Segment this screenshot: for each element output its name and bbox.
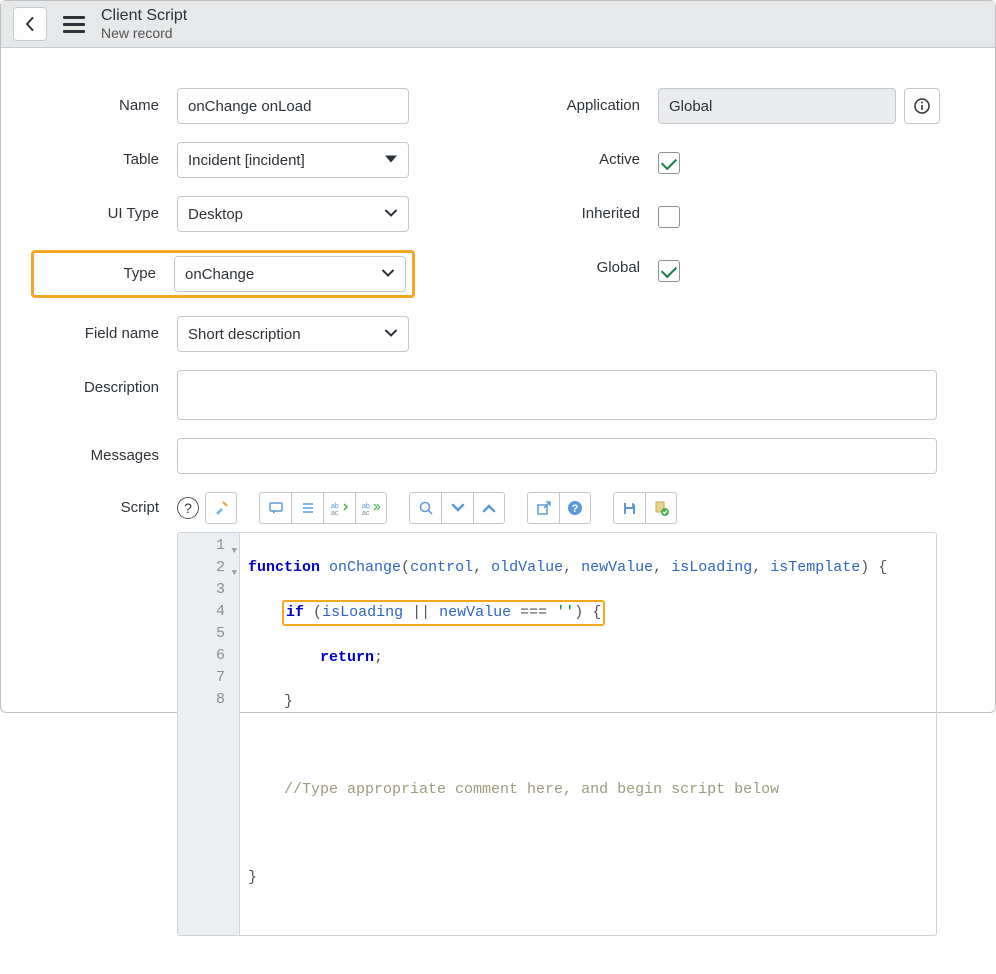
code-content[interactable]: function onChange(control, oldValue, new… (240, 533, 895, 935)
header-text: Client Script New record (101, 7, 187, 41)
application-info-button[interactable] (904, 88, 940, 124)
page-title: Client Script (101, 7, 187, 25)
info-icon (914, 98, 930, 114)
search-prev-button[interactable] (473, 492, 505, 524)
ui-type-label: UI Type (37, 196, 177, 232)
script-help-button[interactable]: ? (177, 497, 199, 519)
ui-type-value: Desktop (188, 206, 243, 223)
search-button[interactable] (409, 492, 441, 524)
description-label: Description (37, 370, 177, 420)
replace-button[interactable]: abac (323, 492, 355, 524)
description-textarea[interactable] (177, 370, 937, 420)
script-debugger-button[interactable] (645, 492, 677, 524)
back-button[interactable] (13, 7, 47, 41)
table-select[interactable]: Incident [incident] (177, 142, 409, 178)
application-field: Global (658, 88, 896, 124)
messages-textarea[interactable] (177, 438, 937, 474)
menu-icon[interactable] (59, 12, 89, 37)
name-input[interactable] (177, 88, 409, 124)
toggle-syntax-button[interactable] (205, 492, 237, 524)
indent-icon (300, 500, 316, 516)
popout-icon (537, 501, 551, 515)
page-subtitle: New record (101, 25, 187, 41)
script-toolbar: ? abac abac (177, 492, 937, 524)
chevron-down-icon (451, 503, 465, 513)
editor-help-button[interactable]: ? (559, 492, 591, 524)
search-next-button[interactable] (441, 492, 473, 524)
comment-icon (268, 500, 284, 516)
paint-icon (213, 500, 229, 516)
global-label: Global (498, 250, 658, 286)
messages-label: Messages (37, 438, 177, 474)
replace-all-icon: abac (362, 501, 380, 515)
save-icon (622, 501, 637, 516)
svg-text:ac: ac (362, 510, 370, 515)
replace-all-button[interactable]: abac (355, 492, 387, 524)
active-checkbox[interactable] (658, 152, 680, 174)
script-editor[interactable]: 1▼ 2▼ 3 4 5 6 7 8 function onChange(cont… (177, 532, 937, 936)
global-checkbox[interactable] (658, 260, 680, 282)
line-gutter: 1▼ 2▼ 3 4 5 6 7 8 (178, 533, 240, 935)
type-value: onChange (185, 266, 254, 283)
script-label: Script (37, 492, 177, 936)
table-label: Table (37, 142, 177, 178)
scroll-check-icon (653, 500, 669, 516)
table-value: Incident [incident] (188, 152, 305, 169)
application-value: Global (669, 98, 712, 115)
inherited-label: Inherited (498, 196, 658, 232)
svg-text:ac: ac (331, 510, 339, 515)
triangle-down-icon (384, 152, 398, 169)
chevron-down-icon (384, 326, 398, 343)
type-label: Type (40, 256, 174, 292)
name-label: Name (37, 88, 177, 124)
form-area: Name Application Global Table Incident [… (1, 48, 995, 974)
page-header: Client Script New record (1, 1, 995, 48)
field-name-value: Short description (188, 326, 301, 343)
ui-type-select[interactable]: Desktop (177, 196, 409, 232)
replace-icon: abac (331, 501, 349, 515)
toggle-comment-button[interactable] (259, 492, 291, 524)
search-icon (418, 500, 434, 516)
active-label: Active (498, 142, 658, 178)
inherited-checkbox[interactable] (658, 206, 680, 228)
chevron-down-icon (381, 266, 395, 283)
chevron-left-icon (23, 17, 37, 31)
type-row-highlight: Type onChange (31, 250, 415, 298)
fullscreen-button[interactable] (527, 492, 559, 524)
chevron-down-icon (384, 206, 398, 223)
save-button[interactable] (613, 492, 645, 524)
svg-text:?: ? (572, 503, 579, 515)
svg-text:ab: ab (331, 503, 339, 510)
type-select[interactable]: onChange (174, 256, 406, 292)
format-code-button[interactable] (291, 492, 323, 524)
field-name-select[interactable]: Short description (177, 316, 409, 352)
field-name-label: Field name (37, 316, 177, 352)
svg-text:ab: ab (362, 503, 370, 510)
application-label: Application (498, 88, 658, 124)
help-icon: ? (567, 500, 583, 516)
chevron-up-icon (482, 503, 496, 513)
